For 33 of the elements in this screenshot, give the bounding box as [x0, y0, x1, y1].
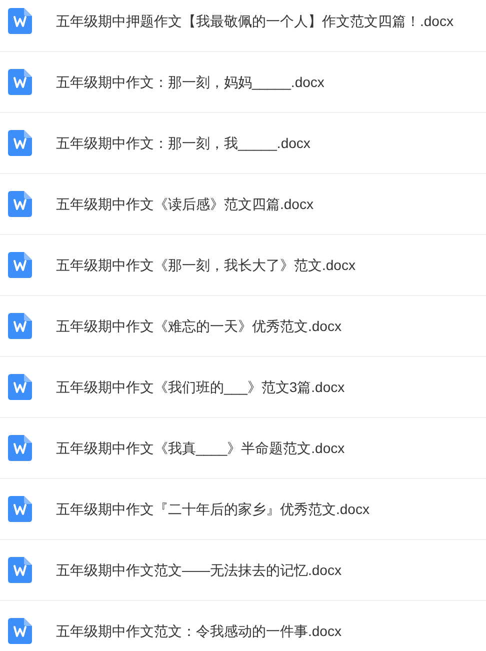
- file-name: 五年级期中作文《我真____》半命题范文.docx: [56, 438, 345, 458]
- file-row[interactable]: 五年级期中作文范文——无法抹去的记忆.docx: [0, 540, 486, 601]
- file-name: 五年级期中作文《那一刻，我长大了》范文.docx: [56, 256, 356, 274]
- word-document-icon: [8, 252, 32, 278]
- file-name: 五年级期中作文『二十年后的家乡』优秀范文.docx: [56, 500, 370, 518]
- word-document-icon: [8, 374, 32, 400]
- file-row[interactable]: 五年级期中作文《我真____》半命题范文.docx: [0, 418, 486, 479]
- word-document-icon: [8, 69, 32, 95]
- file-row[interactable]: 五年级期中作文范文：令我感动的一件事.docx: [0, 601, 486, 651]
- file-name: 五年级期中押题作文【我最敬佩的一个人】作文范文四篇！.docx: [56, 12, 454, 30]
- file-row[interactable]: 五年级期中作文：那一刻，妈妈_____.docx: [0, 52, 486, 113]
- word-document-icon: [8, 435, 32, 461]
- file-row[interactable]: 五年级期中作文：那一刻，我_____.docx: [0, 113, 486, 174]
- file-name: 五年级期中作文《读后感》范文四篇.docx: [56, 194, 314, 214]
- word-document-icon: [8, 496, 32, 522]
- file-row[interactable]: 五年级期中作文《我们班的___》范文3篇.docx: [0, 357, 486, 418]
- word-document-icon: [8, 313, 32, 339]
- word-document-icon: [8, 191, 32, 217]
- file-row[interactable]: 五年级期中作文《难忘的一天》优秀范文.docx: [0, 296, 486, 357]
- file-name: 五年级期中作文《难忘的一天》优秀范文.docx: [56, 316, 342, 336]
- file-row[interactable]: 五年级期中作文《读后感》范文四篇.docx: [0, 174, 486, 235]
- word-document-icon: [8, 8, 32, 34]
- file-name: 五年级期中作文《我们班的___》范文3篇.docx: [56, 378, 345, 397]
- file-name: 五年级期中作文：那一刻，妈妈_____.docx: [56, 72, 324, 92]
- file-name: 五年级期中作文：那一刻，我_____.docx: [56, 134, 310, 153]
- word-document-icon: [8, 130, 32, 156]
- word-document-icon: [8, 557, 32, 583]
- word-document-icon: [8, 618, 32, 644]
- file-row[interactable]: 五年级期中作文《那一刻，我长大了》范文.docx: [0, 235, 486, 296]
- file-name: 五年级期中作文范文：令我感动的一件事.docx: [56, 622, 342, 640]
- file-row[interactable]: 五年级期中作文『二十年后的家乡』优秀范文.docx: [0, 479, 486, 540]
- file-row[interactable]: 五年级期中押题作文【我最敬佩的一个人】作文范文四篇！.docx: [0, 0, 486, 52]
- file-name: 五年级期中作文范文——无法抹去的记忆.docx: [56, 560, 342, 580]
